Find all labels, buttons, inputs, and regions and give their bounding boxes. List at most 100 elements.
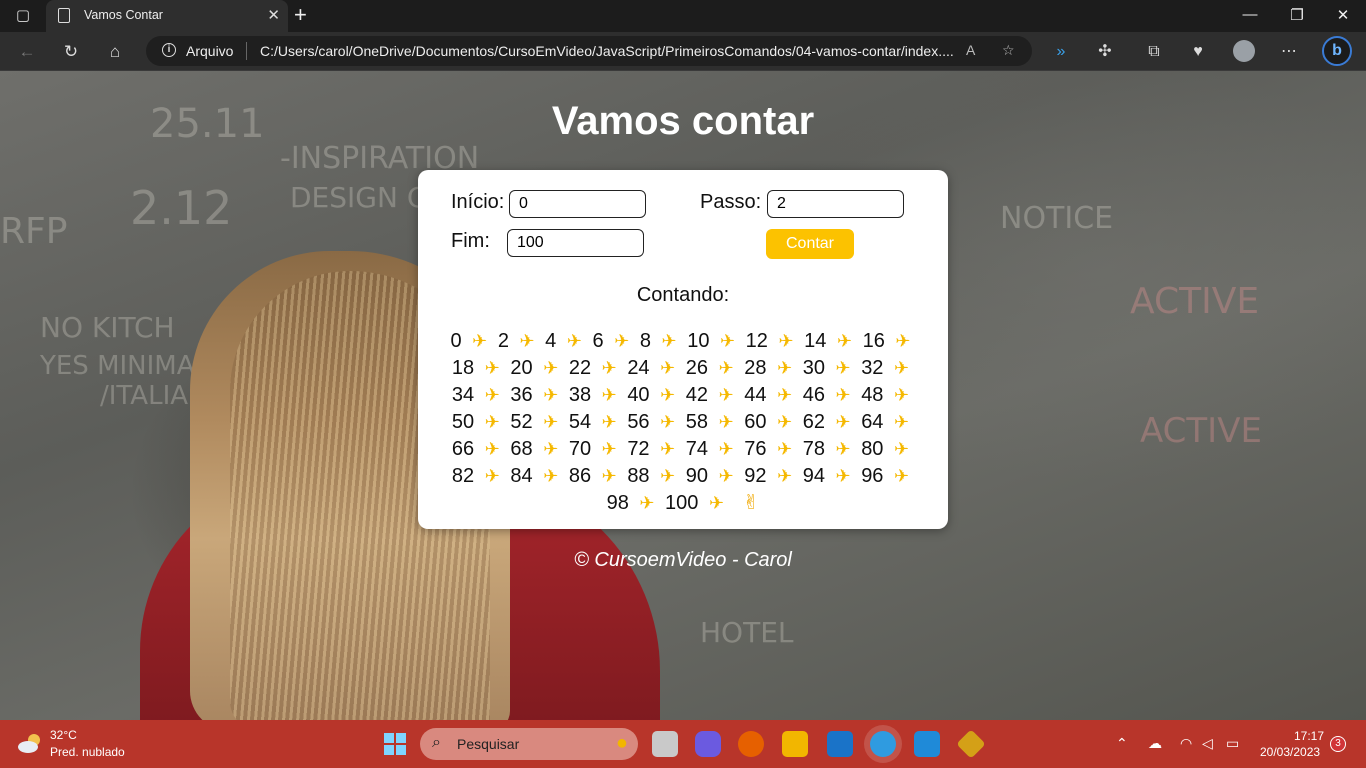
airplane-icon: ✈ (660, 358, 676, 378)
airplane-icon: ✈ (601, 466, 617, 486)
count-number: 18 (451, 357, 475, 379)
profile-avatar[interactable] (1233, 40, 1255, 62)
count-number: 58 (685, 411, 709, 433)
airplane-icon: ✈ (835, 412, 851, 432)
count-number: 32 (861, 357, 884, 379)
url-text[interactable]: C:/Users/carol/OneDrive/Documentos/Curso… (260, 43, 954, 59)
notification-badge[interactable]: 3 (1330, 736, 1346, 752)
search-icon: ⌕ (432, 734, 441, 751)
show-hidden-icons-icon[interactable]: ⌃ (1116, 735, 1128, 752)
airplane-icon: ✈ (543, 439, 559, 459)
wifi-icon[interactable]: ◠ (1180, 735, 1192, 752)
count-number: 54 (568, 411, 592, 433)
weather-temperature[interactable]: 32°C (50, 728, 77, 742)
airplane-icon: ✈ (661, 331, 677, 351)
count-number: 88 (627, 465, 650, 487)
count-number: 74 (685, 438, 709, 460)
count-number: 76 (744, 438, 767, 460)
count-number: 90 (685, 465, 709, 487)
count-number: 62 (802, 411, 825, 433)
chalk-decoration: ACTIVE (1130, 281, 1260, 322)
airplane-icon: ✈ (484, 385, 500, 405)
airplane-icon: ✈ (543, 358, 559, 378)
chalk-decoration: 2.12 (130, 181, 233, 235)
count-number: 60 (744, 411, 767, 433)
weather-description[interactable]: Pred. nublado (50, 745, 125, 759)
taskbar-search[interactable]: ⌕ Pesquisar ● (420, 728, 638, 760)
teams-chat-icon[interactable] (695, 731, 721, 757)
new-tab-icon[interactable]: + (294, 3, 307, 27)
extensions-icon[interactable]: ✣ (1094, 41, 1116, 63)
contar-button[interactable]: Contar (766, 229, 854, 259)
back-icon[interactable]: ← (16, 41, 38, 63)
edge-icon[interactable] (870, 731, 896, 757)
close-window-icon[interactable]: ✕ (1331, 6, 1355, 24)
airplane-icon: ✈ (708, 493, 725, 513)
count-number: 92 (744, 465, 767, 487)
airplane-icon: ✈ (472, 331, 488, 351)
chalk-decoration: NOTICE (1000, 201, 1114, 236)
tab-actions-icon[interactable]: ▢ (10, 6, 36, 26)
browser-essentials-icon[interactable]: ♥ (1187, 41, 1209, 63)
inicio-input[interactable]: 0 (509, 190, 646, 218)
clock-date[interactable]: 20/03/2023 (1260, 745, 1320, 759)
airplane-icon: ✈ (601, 385, 617, 405)
airplane-icon: ✈ (718, 358, 734, 378)
airplane-icon: ✈ (895, 331, 911, 351)
airplane-icon: ✈ (835, 385, 851, 405)
info-icon[interactable]: i (162, 43, 176, 57)
fim-input[interactable]: 100 (507, 229, 644, 257)
airplane-icon: ✈ (777, 412, 793, 432)
collections-icon[interactable]: ⧉ (1143, 41, 1165, 63)
airplane-icon: ✈ (835, 466, 851, 486)
count-number: 8 (639, 330, 651, 352)
more-options-icon[interactable]: ⋯ (1278, 41, 1300, 63)
battery-icon[interactable]: ▭ (1226, 735, 1239, 752)
count-result: 0 ✈ 2 ✈ 4 ✈ 6 ✈ 8 ✈ 10 ✈ 12 ✈ 14 ✈ 16 ✈ … (448, 328, 918, 517)
read-aloud-icon[interactable]: A (966, 42, 975, 58)
scheme-label: Arquivo (186, 43, 234, 59)
file-explorer-icon[interactable] (782, 731, 808, 757)
bing-copilot-icon[interactable]: b (1322, 36, 1352, 66)
airplane-icon: ✈ (835, 439, 851, 459)
count-number: 50 (451, 411, 475, 433)
partly-cloudy-icon[interactable] (16, 732, 44, 754)
minimize-window-icon[interactable]: — (1238, 6, 1262, 23)
home-icon[interactable]: ⌂ (104, 41, 126, 63)
firefox-icon[interactable] (738, 731, 764, 757)
close-tab-icon[interactable]: ✕ (267, 6, 280, 24)
mail-icon[interactable] (827, 731, 853, 757)
airplane-icon: ✈ (566, 331, 582, 351)
restore-window-icon[interactable]: ❐ (1285, 6, 1309, 24)
count-number: 40 (627, 384, 650, 406)
browser-tab[interactable]: Vamos Contar ✕ (46, 0, 288, 32)
count-number: 20 (510, 357, 533, 379)
clock-time[interactable]: 17:17 (1294, 729, 1324, 743)
git-icon[interactable] (956, 729, 986, 759)
airplane-icon: ✈ (718, 439, 734, 459)
address-bar[interactable]: i Arquivo C:/Users/carol/OneDrive/Docume… (146, 36, 1032, 66)
chalk-decoration: HOTEL (700, 616, 794, 649)
airplane-icon: ✈ (519, 331, 535, 351)
passo-input[interactable]: 2 (767, 190, 904, 218)
search-highlight-icon: ● (615, 732, 628, 754)
volume-icon[interactable]: ◁ (1202, 735, 1213, 752)
vscode-icon[interactable] (914, 731, 940, 757)
sidebar-expand-icon[interactable]: » (1050, 41, 1072, 63)
airplane-icon: ✈ (660, 466, 676, 486)
airplane-icon: ✈ (660, 385, 676, 405)
add-favorite-icon[interactable]: ☆ (1002, 42, 1015, 59)
airplane-icon: ✈ (777, 358, 793, 378)
count-number: 36 (510, 384, 533, 406)
count-number: 68 (510, 438, 533, 460)
airplane-icon: ✈ (718, 385, 734, 405)
refresh-icon[interactable]: ↻ (60, 41, 82, 63)
chalk-decoration: ACTIVE (1140, 411, 1262, 451)
airplane-icon: ✈ (777, 439, 793, 459)
airplane-icon: ✈ (543, 466, 559, 486)
onedrive-cloud-icon[interactable]: ☁ (1148, 735, 1162, 752)
count-number: 6 (592, 330, 604, 352)
task-view-icon[interactable] (652, 731, 678, 757)
airplane-icon: ✈ (894, 412, 910, 432)
windows-start-icon[interactable] (384, 733, 406, 755)
